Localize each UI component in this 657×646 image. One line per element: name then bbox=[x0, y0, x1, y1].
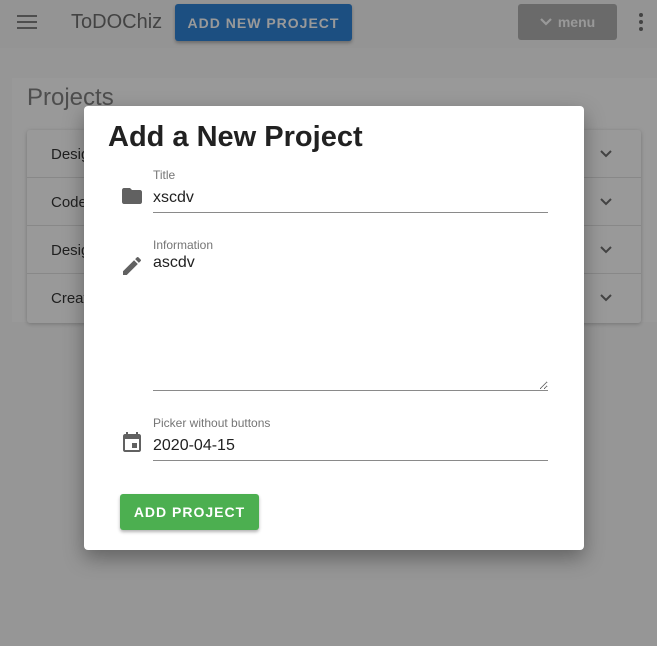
information-textarea[interactable]: ascdv bbox=[153, 254, 548, 391]
information-field-label: Information bbox=[153, 238, 214, 252]
folder-icon bbox=[122, 188, 142, 204]
dialog-title: Add a New Project bbox=[108, 121, 363, 153]
pencil-icon bbox=[123, 256, 142, 275]
date-field-label: Picker without buttons bbox=[153, 416, 271, 430]
calendar-icon bbox=[123, 432, 141, 452]
title-field-label: Title bbox=[153, 168, 176, 182]
add-project-dialog: Add a New Project Title Information ascd… bbox=[84, 106, 584, 550]
add-project-button[interactable]: ADD PROJECT bbox=[120, 494, 259, 530]
date-picker-input[interactable] bbox=[153, 432, 548, 461]
title-input[interactable] bbox=[153, 184, 548, 213]
